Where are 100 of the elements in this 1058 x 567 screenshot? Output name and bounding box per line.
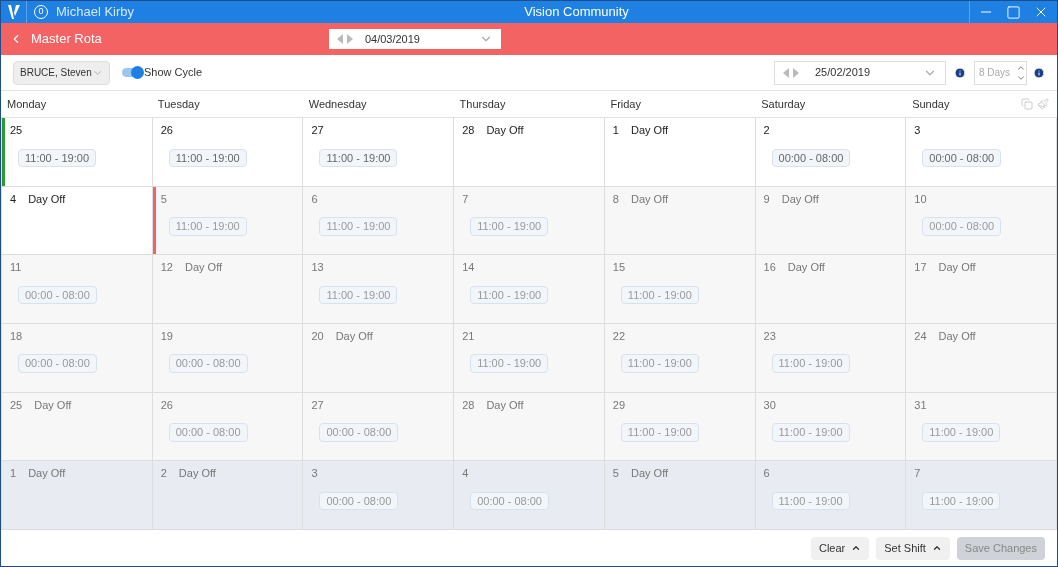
shift-chip[interactable]: 11:00 - 19:00 (470, 285, 549, 305)
date-picker[interactable]: 04/03/2019 (328, 29, 501, 49)
day-cell[interactable]: 25 11:00 - 19:00 (2, 118, 153, 187)
shift-chip[interactable]: 00:00 - 08:00 (771, 148, 851, 167)
shift-chip[interactable]: 11:00 - 19:00 (620, 423, 699, 442)
day-cell[interactable]: 19 00:00 - 08:00 (152, 324, 304, 393)
staff-select[interactable]: BRUCE, Steven (13, 60, 110, 85)
previous-arrow-icon[interactable] (336, 34, 343, 44)
day-number: 5 (160, 191, 167, 207)
day-cell[interactable]: 6 11:00 - 19:00 (303, 186, 455, 256)
day-cell[interactable]: 23 11:00 - 19:00 (755, 324, 907, 393)
shift-chip[interactable]: 11:00 - 19:00 (620, 285, 699, 305)
shift-chip[interactable]: 11:00 - 19:00 (620, 354, 699, 373)
shift-chip[interactable]: 11:00 - 19:00 (771, 491, 850, 511)
shift-chip[interactable]: 11:00 - 19:00 (168, 148, 247, 167)
shift-chip[interactable]: 00:00 - 08:00 (922, 217, 1002, 236)
day-cell[interactable]: 25 Day Off (2, 392, 153, 462)
shift-chip[interactable]: 11:00 - 19:00 (319, 285, 398, 305)
copy-icon[interactable] (1021, 98, 1033, 110)
day-cell[interactable]: 2 00:00 - 08:00 (755, 118, 907, 187)
day-number: 4 (10, 191, 17, 207)
day-cell[interactable]: 9 Day Off (755, 186, 907, 256)
day-number: 9 (763, 191, 770, 207)
day-cell[interactable]: 3 00:00 - 08:00 (303, 461, 455, 530)
day-cell[interactable]: 18 00:00 - 08:00 (2, 324, 153, 393)
brush-icon[interactable] (1037, 98, 1049, 110)
day-number: 4 (462, 466, 469, 482)
day-cell[interactable]: 31 11:00 - 19:00 (906, 392, 1057, 462)
shift-chip[interactable]: 00:00 - 08:00 (18, 354, 97, 373)
day-cell[interactable]: 3 00:00 - 08:00 (906, 118, 1057, 187)
day-number: 20 (311, 329, 324, 344)
shift-chip[interactable]: 00:00 - 08:00 (18, 285, 97, 305)
shift-chip[interactable]: 11:00 - 19:00 (470, 354, 549, 373)
day-cell[interactable]: 4 00:00 - 08:00 (454, 461, 605, 530)
day-cell[interactable]: 8 Day Off (604, 186, 756, 256)
day-cell[interactable]: 29 11:00 - 19:00 (604, 392, 756, 462)
day-cell[interactable]: 7 11:00 - 19:00 (906, 461, 1057, 530)
info-icon[interactable] (1033, 66, 1045, 79)
start-date-picker[interactable]: 25/02/2019 (774, 60, 946, 85)
day-cell[interactable]: 30 11:00 - 19:00 (755, 392, 907, 462)
shift-chip[interactable]: 11:00 - 19:00 (168, 217, 247, 236)
weekday-header: Wednesday (308, 96, 368, 112)
day-cell[interactable]: 27 11:00 - 19:00 (303, 118, 455, 187)
day-number: 25 (10, 397, 23, 413)
day-cell[interactable]: 6 11:00 - 19:00 (755, 461, 907, 530)
day-off-label: Day Off (28, 466, 66, 482)
shift-chip[interactable]: 11:00 - 19:00 (319, 148, 398, 167)
day-cell[interactable]: 1 Day Off (604, 118, 756, 187)
day-cell[interactable]: 28 Day Off (454, 392, 605, 462)
day-cell[interactable]: 4 Day Off (2, 186, 153, 256)
shift-chip[interactable]: 11:00 - 19:00 (922, 491, 1001, 511)
day-cell[interactable]: 2 Day Off (152, 461, 304, 530)
day-cell[interactable]: 5 Day Off (604, 461, 756, 530)
day-cell[interactable]: 7 11:00 - 19:00 (454, 186, 605, 256)
day-cell[interactable]: 5 11:00 - 19:00 (152, 186, 304, 256)
shift-chip[interactable]: 11:00 - 19:00 (922, 423, 1001, 442)
day-cell[interactable]: 21 11:00 - 19:00 (454, 324, 605, 393)
shift-chip[interactable]: 00:00 - 08:00 (319, 423, 399, 442)
day-cell[interactable]: 10 00:00 - 08:00 (906, 186, 1057, 256)
day-cell[interactable]: 11 00:00 - 08:00 (2, 255, 153, 324)
shift-chip[interactable]: 00:00 - 08:00 (319, 491, 399, 511)
days-spinner[interactable]: 8 Days (974, 60, 1027, 85)
day-off-label: Day Off (630, 191, 669, 207)
day-cell[interactable]: 22 11:00 - 19:00 (604, 324, 756, 393)
day-number: 15 (612, 260, 626, 276)
day-number: 3 (311, 466, 318, 482)
shift-chip[interactable]: 00:00 - 08:00 (168, 354, 248, 373)
shift-chip[interactable]: 11:00 - 19:00 (771, 423, 850, 442)
day-cell[interactable]: 27 00:00 - 08:00 (303, 392, 455, 462)
shift-chip[interactable]: 11:00 - 19:00 (771, 354, 850, 373)
footer-button[interactable]: Clear (810, 536, 870, 560)
info-icon[interactable] (954, 66, 966, 79)
day-cell[interactable]: 14 11:00 - 19:00 (454, 255, 605, 324)
day-cell[interactable]: 28 Day Off (454, 118, 605, 187)
day-cell[interactable]: 13 11:00 - 19:00 (303, 255, 455, 324)
shift-chip[interactable]: 11:00 - 19:00 (470, 217, 549, 236)
toggle-switch[interactable] (122, 68, 142, 77)
shift-chip[interactable]: 11:00 - 19:00 (18, 148, 96, 167)
previous-arrow-icon[interactable] (783, 67, 789, 78)
day-cell[interactable]: 24 Day Off (906, 324, 1057, 393)
shift-chip[interactable]: 00:00 - 08:00 (168, 423, 248, 442)
next-arrow-icon[interactable] (346, 34, 353, 44)
day-cell[interactable]: 12 Day Off (152, 255, 304, 324)
shift-chip[interactable]: 00:00 - 08:00 (470, 491, 549, 511)
day-cell[interactable]: 15 11:00 - 19:00 (604, 255, 756, 324)
day-cell[interactable]: 20 Day Off (303, 324, 455, 393)
footer-button[interactable]: Set Shift (876, 536, 950, 560)
next-arrow-icon[interactable] (793, 67, 799, 78)
shift-chip[interactable]: 00:00 - 08:00 (922, 148, 1002, 167)
day-cell[interactable]: 26 11:00 - 19:00 (152, 118, 304, 187)
maximize-icon[interactable] (1006, 4, 1021, 20)
day-number: 2 (763, 123, 770, 138)
day-number: 31 (914, 397, 927, 413)
day-cell[interactable]: 17 Day Off (906, 255, 1057, 324)
shift-chip[interactable]: 11:00 - 19:00 (319, 217, 398, 236)
day-cell[interactable]: 26 00:00 - 08:00 (152, 392, 304, 462)
day-off-label: Day Off (938, 329, 976, 344)
weekday-header: Sunday (912, 96, 951, 112)
day-cell[interactable]: 1 Day Off (2, 461, 153, 530)
day-cell[interactable]: 16 Day Off (755, 255, 907, 324)
